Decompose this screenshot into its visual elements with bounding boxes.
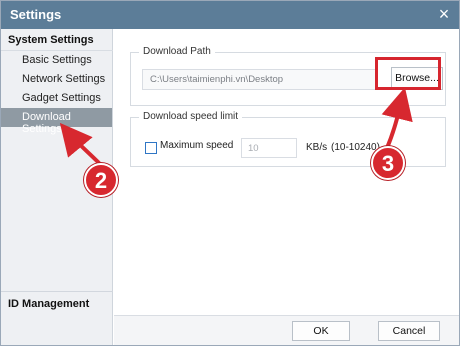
step-3-marker: 3 — [371, 146, 405, 180]
ok-button[interactable]: OK — [292, 321, 350, 341]
sidebar-item-download-settings[interactable]: Download Settings — [1, 108, 112, 135]
maximum-speed-input[interactable]: 10 — [241, 138, 297, 158]
title-bar: Settings × — [1, 1, 459, 29]
maximum-speed-label: Maximum speed — [160, 140, 234, 151]
id-management-section[interactable]: ID Management — [1, 291, 113, 315]
settings-window: Settings × System Settings Basic Setting… — [0, 0, 460, 346]
speed-unit-label: KB/s — [306, 142, 328, 153]
close-icon[interactable]: × — [435, 4, 453, 24]
maximum-speed-checkbox[interactable] — [145, 142, 157, 154]
sidebar-item-network-settings[interactable]: Network Settings — [1, 70, 112, 89]
step-2-marker: 2 — [84, 163, 118, 197]
sidebar-item-gadget-settings[interactable]: Gadget Settings — [1, 89, 112, 108]
speed-range-label: (10-10240) — [331, 142, 380, 153]
cancel-button[interactable]: Cancel — [378, 321, 440, 341]
window-title: Settings — [10, 7, 62, 22]
download-path-field[interactable]: C:\Users\taimienphi.vn\Desktop — [142, 69, 378, 90]
browse-button-highlight — [375, 57, 441, 90]
download-speed-limit-legend: Download speed limit — [139, 111, 243, 122]
dialog-footer: OK Cancel — [114, 315, 459, 345]
system-settings-header: System Settings — [1, 29, 113, 51]
sidebar-item-basic-settings[interactable]: Basic Settings — [1, 51, 112, 70]
download-path-legend: Download Path — [139, 46, 215, 57]
